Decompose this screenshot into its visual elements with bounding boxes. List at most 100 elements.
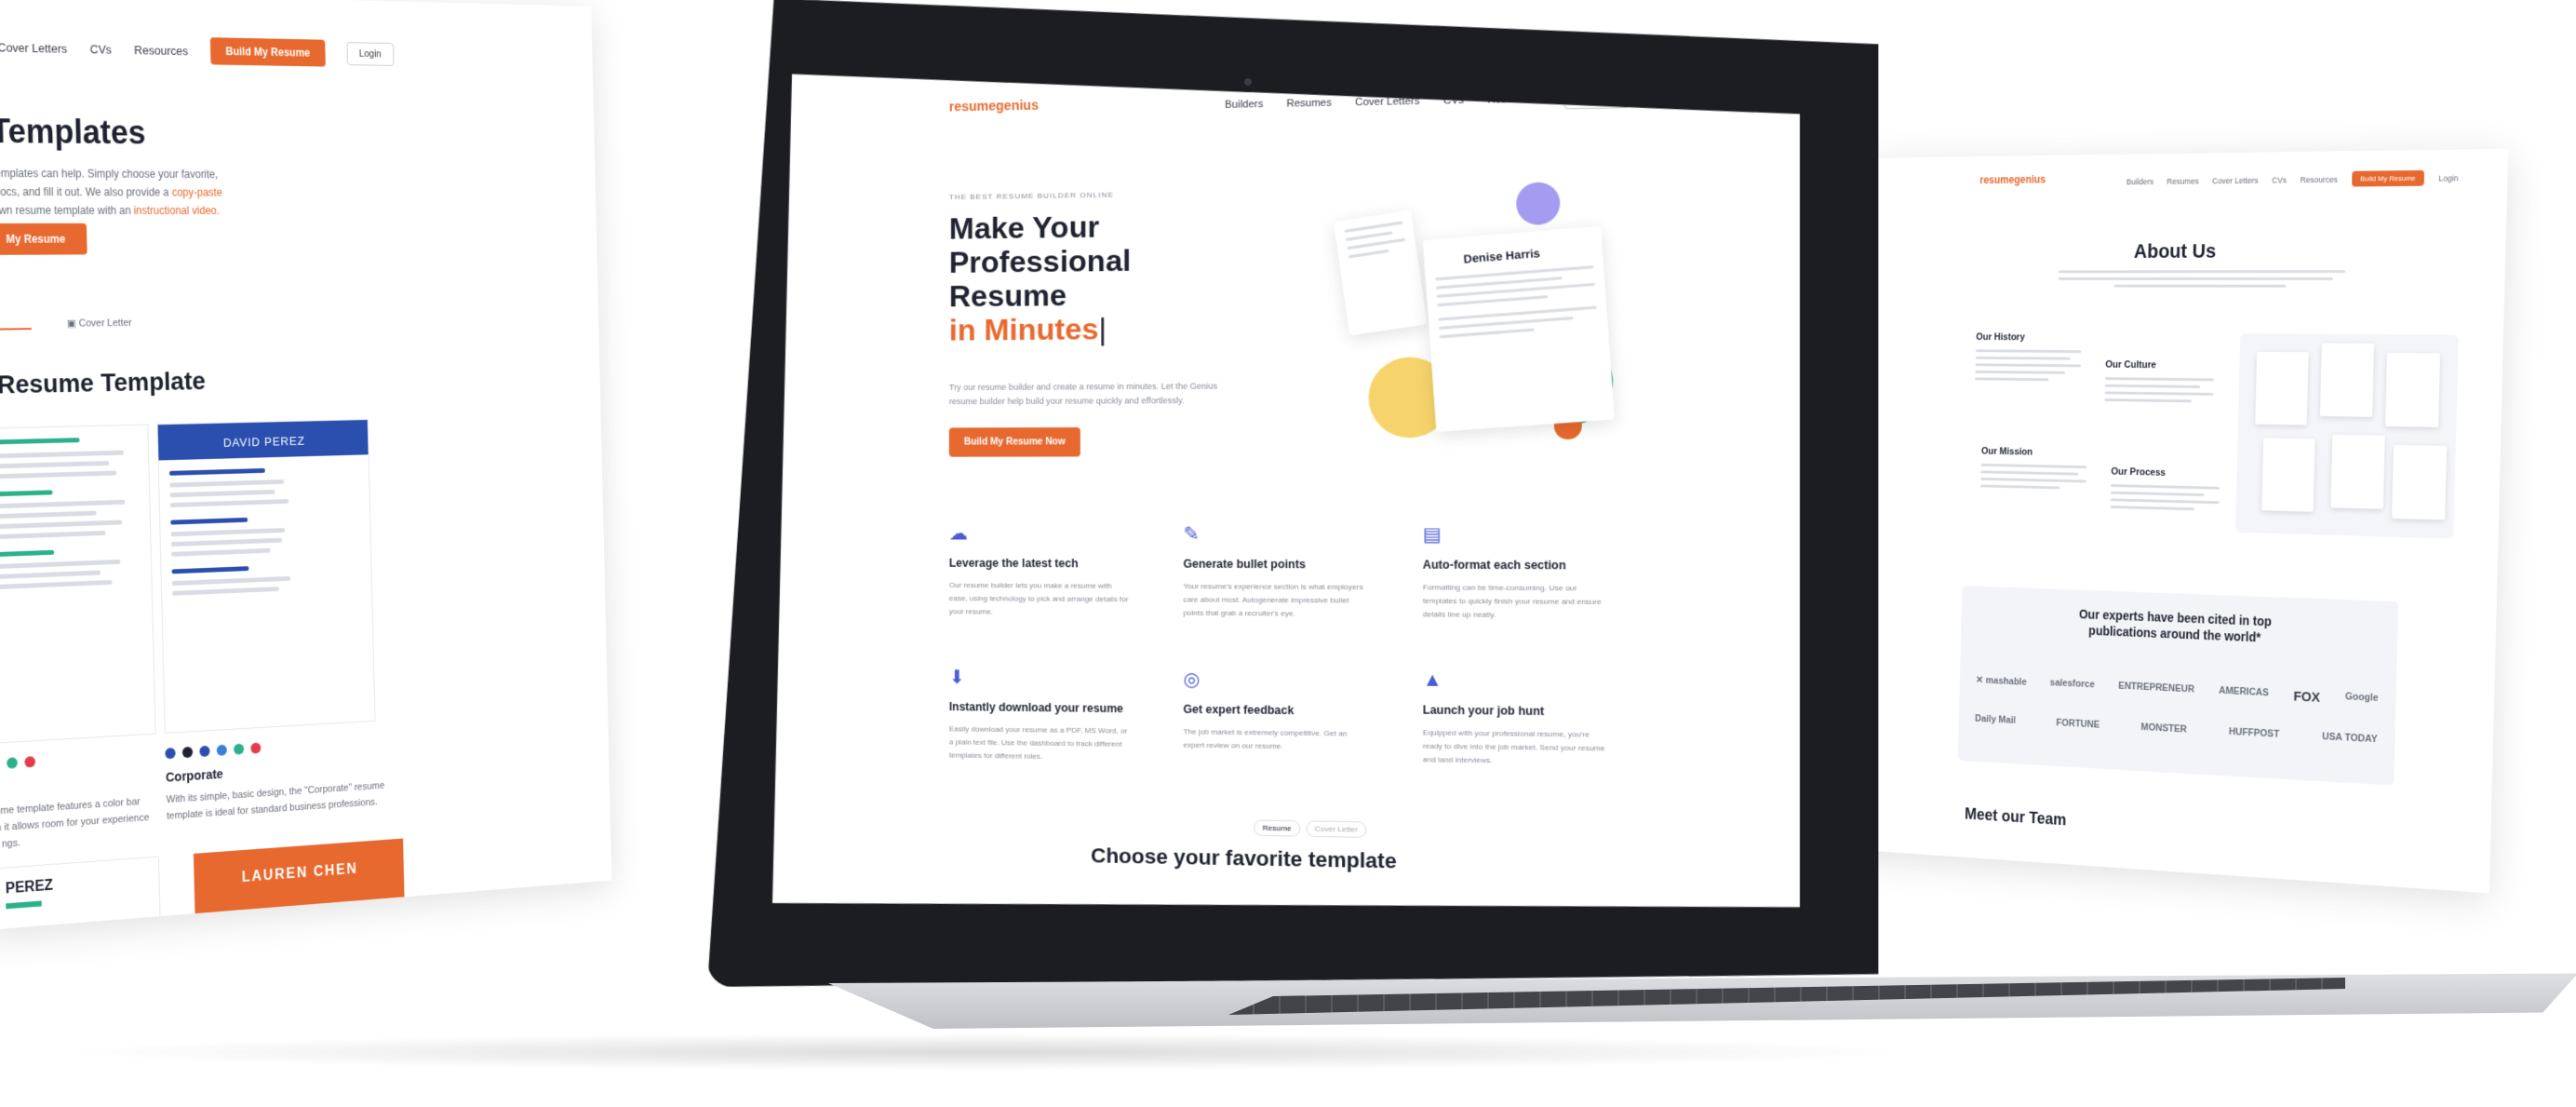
tab-cover-letter-label: Cover Letter: [78, 317, 132, 330]
hero-illustration: Denise Harris: [1302, 173, 1657, 466]
our-culture-text: [2104, 377, 2214, 407]
swatch[interactable]: [199, 745, 210, 758]
right-panel-about-us: resumegenius Builders Resumes Cover Lett…: [1853, 148, 2509, 894]
my-resume-button[interactable]: My Resume: [0, 223, 87, 255]
feature-item: ◎ Get expert feedback The job market is …: [1183, 668, 1383, 768]
swatch[interactable]: [24, 756, 36, 768]
our-culture-heading: Our Culture: [2105, 359, 2157, 371]
cloud-icon: ☁: [948, 523, 969, 545]
template-name: Corporate: [165, 766, 223, 785]
nav-resources[interactable]: Resources: [134, 43, 188, 58]
our-process-text: [2110, 484, 2220, 516]
nav-cvs[interactable]: CVs: [90, 42, 113, 56]
color-swatches: [165, 742, 262, 760]
hero-headline: Make Your Professional Resume in Minutes…: [948, 209, 1132, 347]
meet-our-team-heading: Meet our Team: [1964, 804, 2067, 830]
feature-title: Get expert feedback: [1183, 702, 1295, 718]
right-nav: Builders Resumes Cover Letters CVs Resou…: [2127, 169, 2459, 189]
login-button[interactable]: Login: [346, 42, 395, 66]
intro-text: templates can help. Simply choose your f…: [0, 164, 255, 220]
swatch[interactable]: [181, 746, 194, 759]
tab-cover-letter[interactable]: ▣ Cover Letter: [67, 317, 132, 330]
logo[interactable]: resumegenius: [949, 97, 1039, 114]
intro-line: templates can help. Simply choose your f…: [0, 167, 219, 182]
resume-illustration-main: Denise Harris: [1423, 226, 1615, 432]
section-title: Resume Template: [0, 366, 207, 399]
publication-logo: ENTREPRENEUR: [2118, 680, 2195, 695]
template-tabs: ▣ Cover Letter: [0, 317, 132, 331]
publication-logo: Daily Mail: [1975, 713, 2017, 726]
our-history-text: [1975, 349, 2082, 385]
publication-logo: MONSTER: [2140, 722, 2187, 736]
swatch[interactable]: [165, 747, 176, 760]
our-history-heading: Our History: [1976, 331, 2025, 344]
download-icon: ⬇: [948, 667, 965, 689]
login-link[interactable]: Login: [2438, 173, 2458, 182]
publication-logo: FOX: [2293, 688, 2321, 706]
tab-resume[interactable]: [0, 317, 32, 331]
feature-item: ✎ Generate bullet points Your resume's e…: [1183, 522, 1383, 622]
nav-resumes[interactable]: Resumes: [1286, 97, 1332, 109]
section-title: Choose your favorite template: [1091, 844, 1397, 873]
feature-text: Your resume's experience section is what…: [1183, 582, 1363, 618]
publication-logo: FORTUNE: [2056, 717, 2100, 731]
left-template-description: sume template features a color bar on it…: [0, 796, 150, 850]
rocket-icon: ▲: [1422, 669, 1442, 692]
swatch[interactable]: [250, 742, 262, 754]
build-my-resume-button[interactable]: Build My Resume: [2351, 169, 2425, 187]
feature-title: Generate bullet points: [1183, 557, 1306, 572]
nav-cover-letters[interactable]: Cover Letters: [2212, 175, 2259, 184]
publication-logo: HUFFPOST: [2228, 726, 2280, 740]
nav-builders[interactable]: Builders: [2127, 177, 2153, 186]
instructional-video-link[interactable]: instructional video.: [134, 204, 220, 217]
hero-resume-name: Denise Harris: [1463, 246, 1541, 266]
nav-resumes[interactable]: Resumes: [2167, 176, 2199, 185]
resume-collage-image: [2235, 333, 2459, 539]
laptop-screen: resumegenius Builders Resumes Cover Lett…: [772, 53, 1800, 925]
swatch[interactable]: [7, 757, 18, 769]
publication-logo: salesforce: [2049, 677, 2095, 691]
page-title: Templates: [0, 112, 147, 152]
toggle-resume[interactable]: Resume: [1254, 819, 1300, 836]
feature-text: The job market is extremely competitive.…: [1183, 727, 1348, 751]
headline-line: Professional: [948, 243, 1132, 280]
laptop-mockup: resumegenius Builders Resumes Cover Lett…: [707, 0, 2576, 1107]
our-mission-text: [1980, 463, 2087, 494]
cited-publications: Our experts have been cited in top publi…: [1957, 586, 2399, 786]
feature-text: Easily download your resume as a PDF, MS…: [948, 724, 1128, 761]
nav-cvs[interactable]: CVs: [2272, 175, 2287, 184]
template-card-perez[interactable]: PEREZ: [0, 856, 161, 931]
feature-item: ▤ Auto-format each section Formatting ca…: [1423, 522, 1628, 623]
camera-icon: [1244, 78, 1252, 86]
build-my-resume-now-button[interactable]: Build My Resume Now: [949, 427, 1080, 457]
feature-grid: ☁ Leverage the latest tech Our resume bu…: [949, 521, 1628, 771]
toggle-cover-letter[interactable]: Cover Letter: [1306, 820, 1366, 838]
logo[interactable]: resumegenius: [1979, 173, 2046, 186]
feature-title: Launch your job hunt: [1422, 703, 1545, 719]
about-subtext: [2058, 270, 2346, 288]
nav-cover-letters[interactable]: Cover Letters: [0, 40, 67, 55]
template-header: DAVID PEREZ: [157, 420, 369, 461]
cited-heading: Our experts have been cited in top publi…: [1961, 601, 2398, 651]
publication-logo: USA TODAY: [2322, 731, 2378, 746]
feature-item: ⬇ Instantly download your resume Easily …: [949, 666, 1145, 765]
left-nav: Cover Letters CVs Resources Build My Res…: [0, 28, 577, 75]
template-description: With its simple, basic design, the "Corp…: [166, 780, 385, 822]
eyebrow-text: THE BEST RESUME BUILDER ONLINE: [948, 190, 1114, 202]
copy-paste-link[interactable]: copy-paste: [171, 186, 221, 199]
publication-logos-row-1: ✕ mashable salesforce ENTREPRENEUR AMERI…: [1976, 674, 2379, 709]
our-process-heading: Our Process: [2111, 466, 2167, 479]
feature-title: Auto-format each section: [1422, 558, 1566, 573]
nav-builders[interactable]: Builders: [1225, 98, 1263, 110]
publication-logo: ✕ mashable: [1976, 674, 2027, 688]
publication-logo: Google: [2344, 691, 2379, 704]
swatch[interactable]: [233, 743, 245, 755]
template-card-chen[interactable]: LAUREN CHEN: [193, 838, 405, 926]
build-my-resume-button[interactable]: Build My Resume: [209, 37, 326, 67]
feature-text: Formatting can be time-consuming. Use ou…: [1422, 583, 1602, 619]
template-preview-corporate[interactable]: DAVID PEREZ: [156, 419, 376, 734]
card-tag: [6, 900, 42, 910]
nav-resources[interactable]: Resources: [2301, 174, 2338, 183]
template-preview-left[interactable]: [0, 424, 156, 745]
swatch[interactable]: [216, 744, 227, 756]
